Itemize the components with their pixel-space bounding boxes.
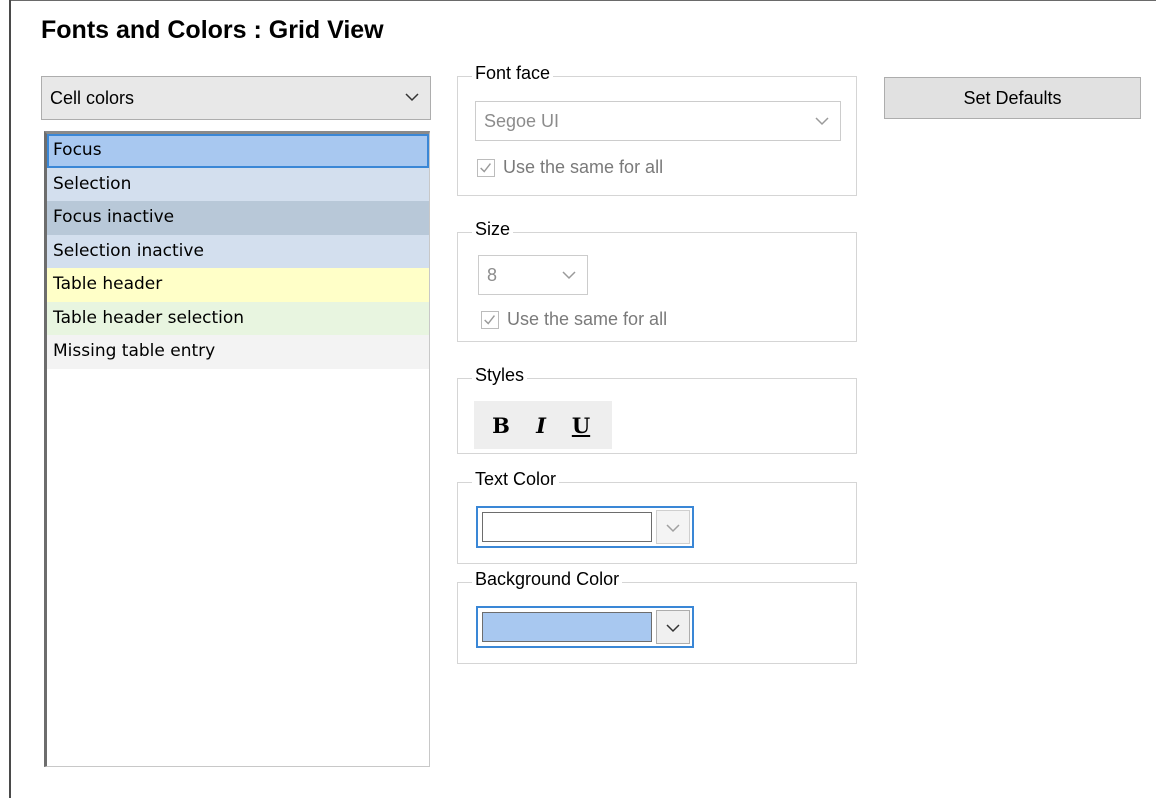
element-list[interactable]: Focus Selection Focus inactive Selection in…	[44, 131, 430, 767]
background-color-picker[interactable]	[476, 606, 694, 648]
list-item[interactable]: Focus inactive	[47, 201, 429, 235]
background-color-group: Background Color	[457, 569, 857, 664]
chevron-down-icon	[815, 117, 829, 126]
size-label: Size	[472, 219, 514, 240]
size-group: Size 8 Use the same for all	[457, 219, 857, 342]
underline-button[interactable]: U	[561, 405, 601, 445]
font-face-label: Font face	[472, 63, 554, 84]
font-face-same-for-all[interactable]: Use the same for all	[477, 157, 663, 178]
set-defaults-button[interactable]: Set Defaults	[884, 77, 1141, 119]
list-item[interactable]: Selection	[47, 167, 429, 201]
chevron-down-icon	[666, 624, 680, 633]
font-face-same-for-all-label: Use the same for all	[503, 157, 664, 177]
list-item[interactable]: Focus	[47, 134, 429, 168]
italic-button[interactable]: I	[521, 405, 561, 445]
chevron-down-icon	[562, 271, 576, 280]
chevron-down-icon	[666, 524, 680, 533]
chevron-down-icon	[405, 93, 419, 102]
size-same-for-all-label: Use the same for all	[507, 309, 668, 329]
font-face-dropdown[interactable]: Segoe UI	[475, 101, 841, 141]
font-face-value: Segoe UI	[484, 110, 560, 131]
page-title: Fonts and Colors : Grid View	[41, 16, 384, 44]
window-left-border	[9, 0, 11, 798]
text-color-swatch	[482, 512, 652, 542]
list-item[interactable]: Table header selection	[47, 301, 429, 335]
background-color-label: Background Color	[472, 569, 623, 590]
bold-button[interactable]: B	[481, 405, 521, 445]
background-color-dropdown-button[interactable]	[656, 610, 690, 644]
list-item[interactable]: Table header	[47, 268, 429, 302]
style-toolbar: B I U	[474, 401, 612, 449]
background-color-swatch	[482, 612, 652, 642]
list-item[interactable]: Missing table entry	[47, 335, 429, 369]
size-value: 8	[487, 264, 498, 285]
checkbox[interactable]	[481, 310, 499, 329]
styles-label: Styles	[472, 365, 528, 386]
font-face-group: Font face Segoe UI Use the same for all	[457, 63, 857, 196]
checkmark-icon	[484, 314, 496, 325]
category-dropdown-value: Cell colors	[50, 87, 135, 108]
size-dropdown[interactable]: 8	[478, 255, 588, 295]
category-dropdown[interactable]: Cell colors	[41, 76, 431, 120]
size-same-for-all[interactable]: Use the same for all	[481, 309, 667, 330]
checkbox[interactable]	[477, 158, 495, 177]
styles-group: Styles B I U	[457, 365, 857, 454]
text-color-label: Text Color	[472, 469, 560, 490]
checkmark-icon	[480, 162, 492, 173]
text-color-dropdown-button[interactable]	[656, 510, 690, 544]
window-top-border	[9, 0, 1156, 1]
list-item[interactable]: Selection inactive	[47, 234, 429, 268]
text-color-group: Text Color	[457, 469, 857, 564]
text-color-picker[interactable]	[476, 506, 694, 548]
